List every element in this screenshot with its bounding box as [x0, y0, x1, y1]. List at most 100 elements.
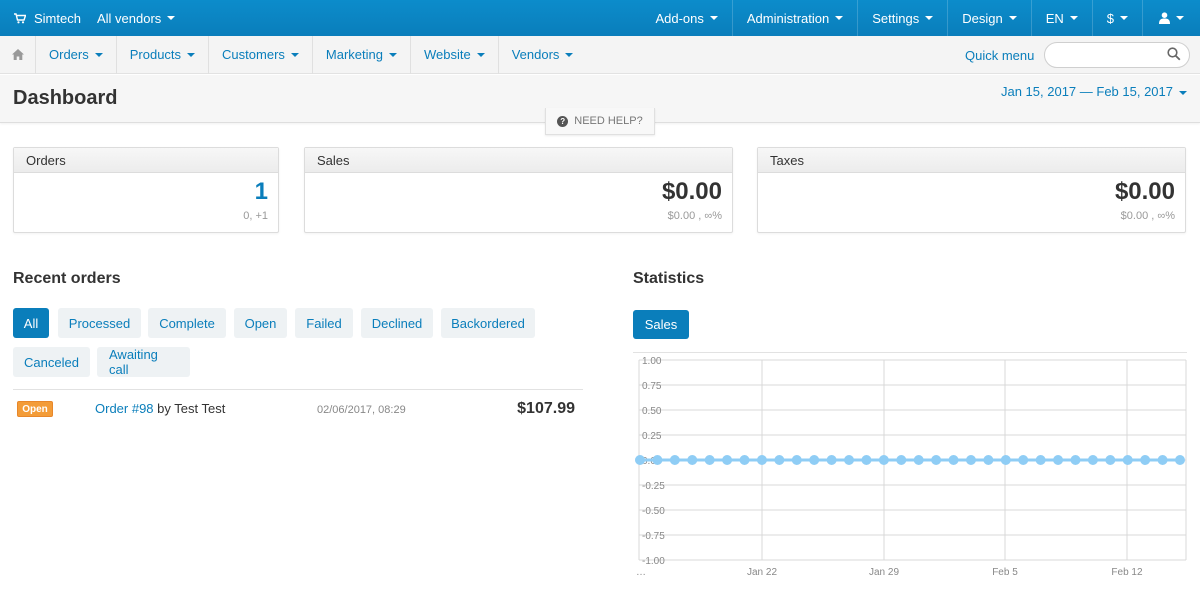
filter-all[interactable]: All [13, 308, 49, 338]
x-tick-label: Feb 12 [1111, 567, 1143, 578]
card-subvalue: $0.00 , ∞% [1120, 210, 1175, 222]
data-point [1053, 455, 1064, 465]
language-menu[interactable]: EN [1030, 0, 1092, 36]
y-tick-label: 1.00 [642, 356, 662, 367]
addons-label: Add-ons [655, 10, 704, 26]
order-link[interactable]: Order #98 [95, 401, 154, 416]
filter-open[interactable]: Open [234, 308, 287, 338]
data-point [983, 455, 994, 465]
card-value: $0.00 [661, 178, 722, 205]
filter-awaiting-call[interactable]: Awaiting call [97, 347, 190, 377]
data-point [756, 455, 767, 465]
y-tick-label: -0.75 [642, 531, 665, 542]
search-box [1044, 42, 1190, 68]
nav-label: Marketing [325, 47, 383, 62]
data-point [1087, 455, 1098, 465]
chevron-down-icon [709, 16, 718, 20]
filter-declined[interactable]: Declined [361, 308, 433, 338]
chevron-down-icon [388, 52, 397, 57]
card-subvalue: $0.00 , ∞% [667, 210, 722, 222]
data-point [1105, 455, 1116, 465]
order-row: Open Order #98 by Test Test 02/06/2017, … [13, 398, 583, 420]
design-menu[interactable]: Design [947, 0, 1030, 36]
cart-icon [14, 12, 26, 23]
nav-item-customers[interactable]: Customers [209, 35, 313, 74]
storefront-link[interactable]: Simtech [0, 11, 93, 26]
vendors-dropdown[interactable]: All vendors [96, 10, 176, 26]
search-icon[interactable] [1167, 47, 1181, 61]
date-range-picker[interactable]: Jan 15, 2017 — Feb 15, 2017 [1001, 84, 1187, 99]
status-badge: Open [17, 401, 53, 417]
y-tick-label: -0.50 [642, 506, 665, 517]
search-input[interactable] [1055, 43, 1173, 67]
y-tick-label: -1.00 [642, 556, 665, 567]
order-date: 02/06/2017, 08:29 [317, 404, 406, 416]
chevron-down-icon [476, 52, 485, 57]
order-total: $107.99 [517, 400, 575, 417]
data-point [1140, 455, 1151, 465]
top-bar: Simtech All vendors Add-ons Administrati… [0, 0, 1200, 36]
currency-menu[interactable]: $ [1091, 0, 1142, 36]
sales-chart: 1.00 0.75 0.50 0.25 0.00 -0.25 -0.50 -0.75 -1.00… [633, 352, 1200, 604]
filter-processed[interactable]: Processed [58, 308, 141, 338]
currency-label: $ [1106, 10, 1114, 26]
data-point [896, 455, 907, 465]
filter-failed[interactable]: Failed [295, 308, 353, 338]
nav-item-orders[interactable]: Orders [36, 35, 117, 74]
need-help-label: NEED HELP? [574, 115, 643, 127]
tab-sales[interactable]: Sales [633, 310, 689, 339]
brand-name: Simtech [34, 10, 81, 26]
divider [13, 389, 583, 390]
quick-menu-link[interactable]: Quick menu [965, 36, 1034, 74]
chevron-down-icon [1176, 16, 1184, 20]
nav-label: Orders [49, 47, 89, 62]
vendors-label: All vendors [96, 10, 162, 26]
nav-item-products[interactable]: Products [117, 35, 210, 74]
chevron-down-icon [1179, 90, 1187, 95]
settings-label: Settings [872, 10, 920, 26]
nav-item-marketing[interactable]: Marketing [313, 35, 411, 74]
data-point [704, 455, 715, 465]
data-point [878, 455, 889, 465]
user-menu[interactable] [1142, 0, 1200, 36]
taxes-card: Taxes $0.00 $0.00 , ∞% [757, 147, 1186, 233]
filter-canceled[interactable]: Canceled [13, 347, 90, 377]
data-point [1122, 455, 1133, 465]
y-tick-label: 0.25 [642, 431, 662, 442]
order-description: Order #98 by Test Test [95, 401, 225, 416]
nav-label: Vendors [511, 47, 560, 62]
date-range-label: Jan 15, 2017 — Feb 15, 2017 [1000, 84, 1173, 99]
x-tick-label: Feb 5 [992, 567, 1018, 578]
need-help-button[interactable]: ? NEED HELP? [545, 108, 655, 135]
data-point [1175, 455, 1185, 465]
data-point [809, 455, 820, 465]
filter-complete[interactable]: Complete [148, 308, 226, 338]
question-icon: ? [557, 115, 569, 127]
card-value[interactable]: 1 [255, 178, 268, 206]
nav-item-vendors[interactable]: Vendors [499, 36, 587, 74]
x-tick-label: … [636, 567, 646, 578]
data-point [1018, 455, 1029, 465]
data-point [948, 455, 959, 465]
x-tick-label: Jan 22 [747, 567, 777, 578]
nav-item-website[interactable]: Website [411, 35, 499, 74]
addons-menu[interactable]: Add-ons [641, 0, 731, 36]
settings-menu[interactable]: Settings [857, 0, 947, 36]
card-value: $0.00 [1114, 178, 1175, 205]
chevron-down-icon [1008, 16, 1017, 20]
chevron-down-icon [167, 16, 176, 20]
language-label: EN [1045, 10, 1064, 26]
y-tick-label: 0.75 [642, 381, 662, 392]
nav-label: Customers [222, 47, 285, 62]
administration-menu[interactable]: Administration [731, 0, 857, 36]
nav-label: Products [129, 47, 182, 62]
statistics-title: Statistics [633, 270, 705, 287]
data-point [844, 455, 855, 465]
chevron-down-icon [94, 52, 103, 57]
data-point [791, 455, 802, 465]
home-button[interactable] [0, 35, 36, 74]
data-point [826, 455, 837, 465]
chevron-down-icon [1120, 16, 1128, 20]
data-point [669, 455, 680, 465]
filter-backordered[interactable]: Backordered [441, 308, 535, 338]
